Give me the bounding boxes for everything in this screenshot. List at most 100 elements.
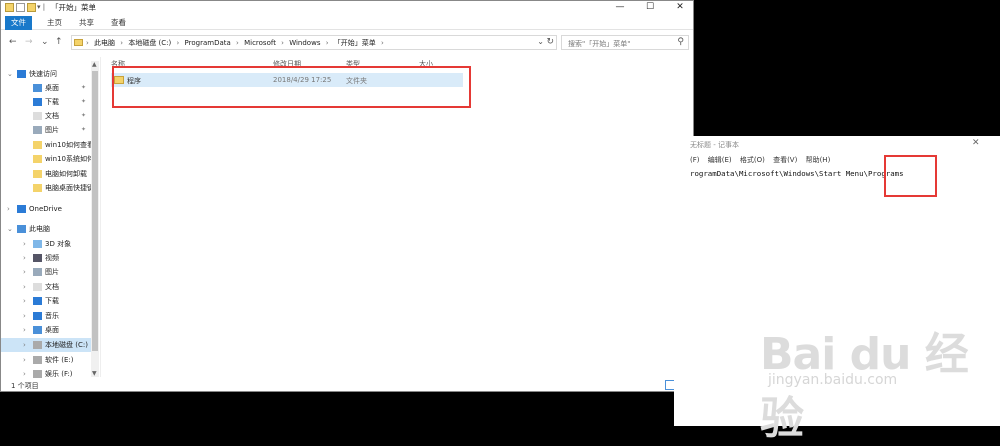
- chevron-down-icon[interactable]: ⌄: [537, 37, 544, 46]
- expand-chevron-icon[interactable]: ›: [23, 265, 26, 279]
- chevron-right-icon[interactable]: ›: [381, 39, 384, 47]
- nav-item-label: 文档: [45, 283, 59, 291]
- menu-bar: (F) 编辑(E) 格式(O) 查看(V) 帮助(H): [690, 155, 836, 165]
- scrollbar-thumb[interactable]: [92, 71, 98, 351]
- quick-access-toolbar-dropdown-icon[interactable]: ▾ |: [37, 3, 45, 11]
- nav-item-label: 快速访问: [29, 70, 57, 78]
- breadcrumb-item[interactable]: Windows: [289, 39, 320, 47]
- nav-item[interactable]: win10系统如何: [1, 152, 91, 166]
- expand-chevron-icon[interactable]: ›: [23, 338, 26, 352]
- nav-item[interactable]: › 音乐: [1, 309, 91, 323]
- nav-item[interactable]: 图片 ✦: [1, 123, 91, 137]
- nav-item[interactable]: › 图片: [1, 265, 91, 279]
- nav-item[interactable]: 桌面 ✦: [1, 81, 91, 95]
- nav-item[interactable]: 电脑桌面快捷键: [1, 181, 91, 195]
- nav-item[interactable]: › 桌面: [1, 323, 91, 337]
- expand-chevron-icon[interactable]: ›: [7, 202, 10, 216]
- expand-chevron-icon[interactable]: ›: [23, 323, 26, 337]
- nav-item[interactable]: › 下载: [1, 294, 91, 308]
- window-title: 「开始」菜单: [51, 3, 96, 12]
- nav-item[interactable]: ⌄ 快速访问: [1, 67, 91, 81]
- scroll-down-icon[interactable]: ▼: [92, 370, 97, 377]
- picture-icon: [33, 126, 42, 134]
- forward-arrow-icon[interactable]: →: [25, 37, 33, 47]
- close-button[interactable]: ✕: [665, 1, 693, 14]
- nav-item[interactable]: › 视频: [1, 251, 91, 265]
- chevron-right-icon[interactable]: ›: [177, 39, 180, 47]
- desktop-icon: [33, 326, 42, 334]
- menu-edit[interactable]: 编辑(E): [708, 156, 732, 164]
- expand-chevron-icon[interactable]: ⌄: [7, 67, 13, 81]
- watermark-url: jingyan.baidu.com: [768, 372, 898, 388]
- breadcrumb-item[interactable]: 本地磁盘 (C:): [128, 39, 171, 47]
- nav-scrollbar[interactable]: ▲ ▼: [91, 61, 99, 377]
- breadcrumb-item[interactable]: Microsoft: [244, 39, 276, 47]
- pin-icon: ✦: [81, 84, 87, 91]
- drive-icon: [33, 370, 42, 378]
- close-button[interactable]: ✕: [972, 138, 980, 148]
- recent-locations-icon[interactable]: ⌄: [41, 37, 49, 47]
- refresh-icon[interactable]: ↻: [546, 37, 554, 47]
- nav-item-label: 本地磁盘 (C:): [45, 341, 88, 349]
- scroll-up-icon[interactable]: ▲: [92, 61, 97, 68]
- chevron-right-icon[interactable]: ›: [120, 39, 123, 47]
- folder-icon: [33, 170, 42, 178]
- star-icon: [17, 70, 26, 78]
- expand-chevron-icon[interactable]: ›: [23, 237, 26, 251]
- nav-item-label: 下载: [45, 98, 59, 106]
- window-title: 无标题 - 记事本: [690, 141, 739, 149]
- nav-item-label: 下载: [45, 297, 59, 305]
- expand-chevron-icon[interactable]: ›: [23, 309, 26, 323]
- menu-format[interactable]: 格式(O): [740, 156, 765, 164]
- nav-item[interactable]: 文档 ✦: [1, 109, 91, 123]
- chevron-right-icon[interactable]: ›: [86, 39, 89, 47]
- text-editor[interactable]: rogramData\Microsoft\Windows\Start Menu\…: [690, 169, 904, 178]
- folder-icon: [33, 184, 42, 192]
- nav-item[interactable]: › 软件 (E:): [1, 353, 91, 367]
- menu-help[interactable]: 帮助(H): [806, 156, 831, 164]
- breadcrumb-item[interactable]: ProgramData: [185, 39, 231, 47]
- up-arrow-icon[interactable]: ↑: [55, 37, 63, 47]
- file-explorer-window: ▾ | 「开始」菜单 — ☐ ✕ 文件 主页 共享 查看 ← → ⌄ ↑ › 此…: [0, 0, 694, 392]
- nav-item[interactable]: 电脑如何卸载: [1, 167, 91, 181]
- nav-item[interactable]: › OneDrive: [1, 202, 91, 216]
- minimize-button[interactable]: —: [605, 1, 635, 14]
- nav-item[interactable]: win10如何查看: [1, 138, 91, 152]
- search-input[interactable]: 搜索"「开始」菜单" ⚲: [561, 35, 689, 50]
- video-icon: [33, 254, 42, 262]
- properties-icon[interactable]: [16, 3, 25, 12]
- tab-file[interactable]: 文件: [5, 16, 32, 30]
- pin-icon: ✦: [81, 112, 87, 119]
- expand-chevron-icon[interactable]: ⌄: [7, 222, 13, 236]
- maximize-button[interactable]: ☐: [635, 1, 665, 14]
- breadcrumb-item[interactable]: 「开始」菜单: [334, 39, 376, 47]
- watermark: Bai du 经验 jingyan.baidu.com: [760, 318, 1000, 446]
- nav-item-label: 电脑如何卸载: [45, 170, 87, 178]
- nav-item[interactable]: › 本地磁盘 (C:): [1, 338, 91, 352]
- tab-home[interactable]: 主页: [41, 16, 68, 30]
- chevron-right-icon[interactable]: ›: [281, 39, 284, 47]
- new-folder-icon[interactable]: [27, 3, 36, 12]
- breadcrumb-item[interactable]: 此电脑: [94, 39, 115, 47]
- menu-file[interactable]: (F): [690, 156, 700, 164]
- tab-view[interactable]: 查看: [105, 16, 132, 30]
- address-bar[interactable]: › 此电脑 › 本地磁盘 (C:) › ProgramData › Micros…: [71, 35, 557, 50]
- expand-chevron-icon[interactable]: ›: [23, 280, 26, 294]
- expand-chevron-icon[interactable]: ›: [23, 353, 26, 367]
- expand-chevron-icon[interactable]: ›: [23, 251, 26, 265]
- chevron-right-icon[interactable]: ›: [236, 39, 239, 47]
- expand-chevron-icon[interactable]: ›: [23, 294, 26, 308]
- nav-item[interactable]: › 文档: [1, 280, 91, 294]
- nav-item-label: 图片: [45, 126, 59, 134]
- download-icon: [33, 297, 42, 305]
- nav-item-label: 3D 对象: [45, 240, 72, 248]
- highlight-box: [884, 155, 937, 197]
- drive-icon: [33, 356, 42, 364]
- nav-item[interactable]: ⌄ 此电脑: [1, 222, 91, 236]
- chevron-right-icon[interactable]: ›: [326, 39, 329, 47]
- back-arrow-icon[interactable]: ←: [9, 37, 17, 47]
- nav-item[interactable]: › 3D 对象: [1, 237, 91, 251]
- tab-share[interactable]: 共享: [73, 16, 100, 30]
- nav-item[interactable]: 下载 ✦: [1, 95, 91, 109]
- menu-view[interactable]: 查看(V): [773, 156, 797, 164]
